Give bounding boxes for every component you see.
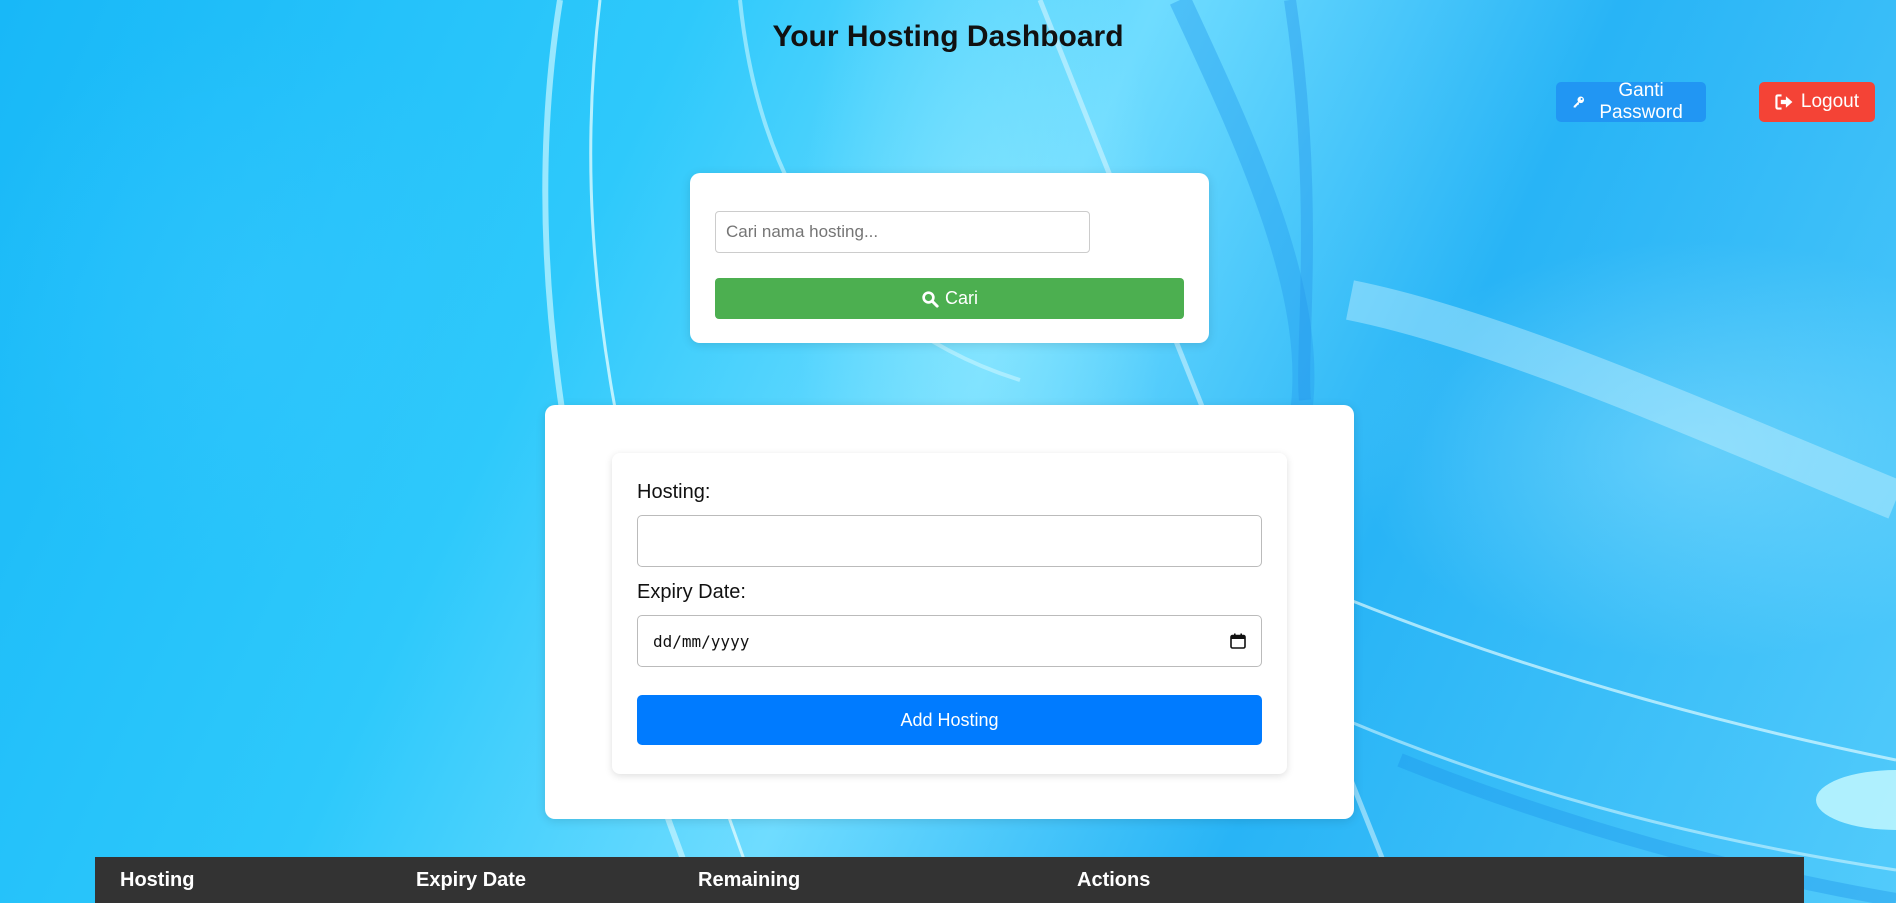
search-card: Cari: [690, 173, 1209, 343]
expiry-date-input[interactable]: dd/mm/yyyy: [637, 615, 1262, 667]
column-header-remaining: Remaining: [698, 868, 801, 891]
hosting-name-input[interactable]: [637, 515, 1262, 567]
table-header-row: Hosting Expiry Date Remaining Actions: [95, 857, 1804, 903]
change-password-button[interactable]: Ganti Password: [1556, 80, 1706, 123]
calendar-icon[interactable]: [1230, 633, 1246, 649]
add-hosting-card: Hosting: Expiry Date: dd/mm/yyyy Add Hos…: [545, 405, 1354, 819]
key-icon: [1573, 96, 1585, 108]
hosting-field-label: Hosting:: [637, 481, 711, 503]
change-password-label: Ganti Password: [1599, 80, 1683, 123]
hosting-table: Hosting Expiry Date Remaining Actions: [95, 857, 1804, 903]
sign-out-icon: [1775, 94, 1793, 110]
search-button[interactable]: Cari: [715, 278, 1184, 319]
column-header-actions: Actions: [1077, 868, 1151, 891]
column-header-expiry-date: Expiry Date: [416, 868, 527, 891]
add-hosting-button[interactable]: Add Hosting: [637, 695, 1262, 745]
add-hosting-form: Hosting: Expiry Date: dd/mm/yyyy Add Hos…: [612, 453, 1287, 774]
logout-button[interactable]: Logout: [1759, 82, 1875, 122]
search-icon: [922, 290, 939, 308]
page-title: Your Hosting Dashboard: [772, 20, 1124, 53]
expiry-date-placeholder: dd/mm/yyyy: [653, 631, 750, 651]
column-header-hosting: Hosting: [120, 868, 195, 891]
logout-label: Logout: [1800, 91, 1859, 112]
search-input[interactable]: [715, 211, 1090, 253]
expiry-date-label: Expiry Date:: [637, 581, 746, 603]
search-button-label: Cari: [944, 288, 978, 308]
